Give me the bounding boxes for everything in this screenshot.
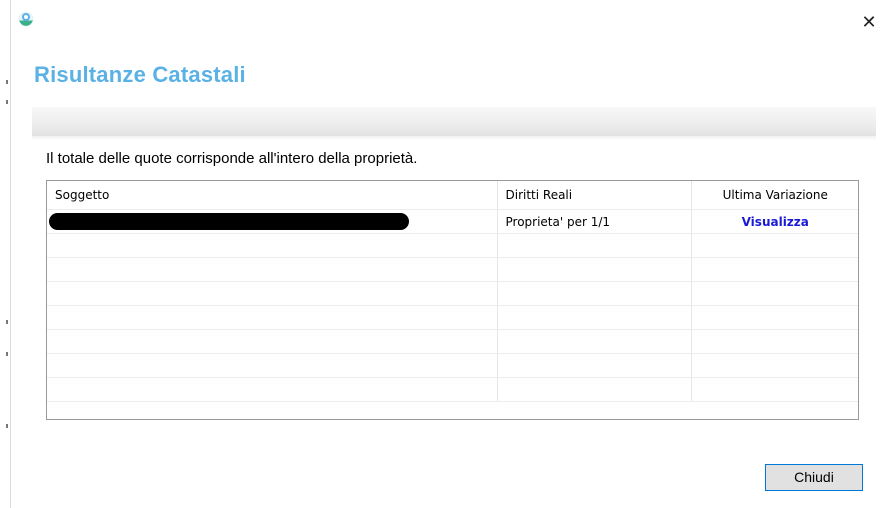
empty-cell: [47, 281, 498, 306]
empty-cell: [691, 257, 858, 282]
empty-cell: [47, 257, 498, 282]
app-logo-icon: [18, 11, 34, 27]
empty-cell: [47, 329, 498, 354]
empty-cell: [497, 353, 692, 378]
empty-cell: [497, 233, 692, 258]
table-row-empty[interactable]: [47, 257, 858, 282]
table-row-empty[interactable]: [47, 305, 858, 330]
dialog-window: ✕ Risultanze Catastali Il totale delle q…: [0, 0, 882, 508]
empty-cell: [691, 329, 858, 354]
empty-cell: [497, 305, 692, 330]
visualizza-link[interactable]: Visualizza: [742, 215, 809, 229]
background-window-edge: [0, 0, 11, 508]
redacted-name: [49, 213, 409, 230]
edge-tick: [6, 100, 8, 104]
empty-cell: [47, 353, 498, 378]
edge-tick: [6, 424, 8, 428]
empty-cell: [691, 377, 858, 402]
empty-cell: [691, 353, 858, 378]
page-title: Risultanze Catastali: [34, 62, 246, 87]
table-row-empty[interactable]: [47, 281, 858, 306]
table-row-empty[interactable]: [47, 353, 858, 378]
results-grid[interactable]: Soggetto Diritti Reali Ultima Variazione…: [46, 180, 859, 420]
cell-ultima-variazione: Visualizza: [691, 209, 858, 234]
empty-cell: [691, 233, 858, 258]
empty-cell: [47, 233, 498, 258]
empty-cell: [691, 281, 858, 306]
table-row-empty[interactable]: [47, 329, 858, 354]
empty-cell: [47, 305, 498, 330]
close-icon[interactable]: ✕: [860, 13, 878, 31]
column-header-soggetto[interactable]: Soggetto: [47, 181, 498, 210]
close-button[interactable]: Chiudi: [765, 464, 863, 491]
status-message: Il totale delle quote corrisponde all'in…: [46, 150, 418, 167]
edge-tick: [6, 352, 8, 356]
table-row[interactable]: Proprieta' per 1/1 Visualizza: [47, 209, 858, 234]
header-divider-bar: [32, 107, 876, 140]
empty-cell: [691, 305, 858, 330]
edge-tick: [6, 320, 8, 324]
empty-cell: [497, 257, 692, 282]
table-header-row: Soggetto Diritti Reali Ultima Variazione: [47, 181, 858, 210]
empty-cell: [47, 377, 498, 402]
cell-soggetto: [47, 209, 498, 234]
column-header-ultima-variazione[interactable]: Ultima Variazione: [691, 181, 858, 210]
empty-cell: [497, 329, 692, 354]
column-header-diritti-reali[interactable]: Diritti Reali: [497, 181, 692, 210]
table-row-empty[interactable]: [47, 233, 858, 258]
results-table: Soggetto Diritti Reali Ultima Variazione…: [47, 181, 858, 402]
table-row-empty[interactable]: [47, 377, 858, 402]
edge-tick: [6, 80, 8, 84]
cell-diritti-reali: Proprieta' per 1/1: [497, 209, 692, 234]
empty-cell: [497, 281, 692, 306]
empty-cell: [497, 377, 692, 402]
